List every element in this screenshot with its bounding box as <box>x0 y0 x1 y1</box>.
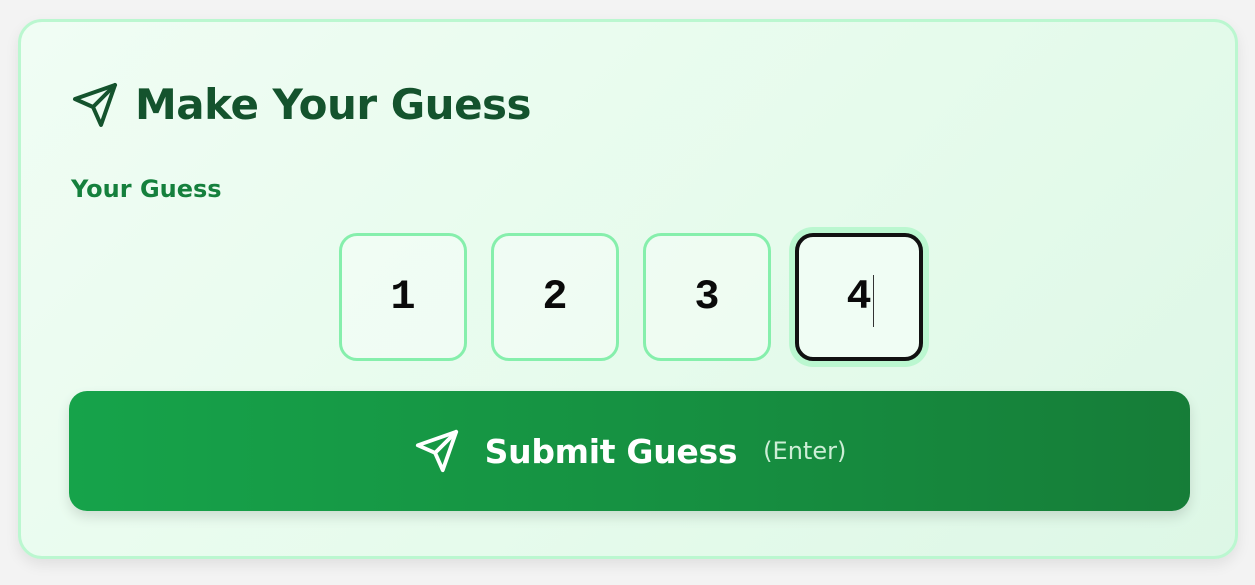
submit-label: Submit Guess <box>484 431 738 471</box>
digit-value: 3 <box>694 273 720 321</box>
card-header: Make Your Guess <box>71 80 532 129</box>
submit-shortcut-hint: (Enter) <box>763 437 847 465</box>
digit-value: 4 <box>846 273 872 321</box>
digit-value: 2 <box>542 273 568 321</box>
submit-guess-button[interactable]: Submit Guess (Enter) <box>69 391 1190 511</box>
text-caret <box>873 275 874 327</box>
digit-value: 1 <box>390 273 416 321</box>
send-icon <box>413 427 461 475</box>
card-title: Make Your Guess <box>135 80 532 129</box>
guess-card: Make Your Guess Your Guess 1 2 3 4 Submi… <box>18 19 1238 559</box>
digit-input-3[interactable]: 3 <box>643 233 771 361</box>
guess-label: Your Guess <box>71 175 222 203</box>
digit-input-2[interactable]: 2 <box>491 233 619 361</box>
digit-input-1[interactable]: 1 <box>339 233 467 361</box>
digit-input-4[interactable]: 4 <box>795 233 923 361</box>
send-icon <box>71 81 119 129</box>
digit-inputs: 1 2 3 4 <box>339 233 923 361</box>
